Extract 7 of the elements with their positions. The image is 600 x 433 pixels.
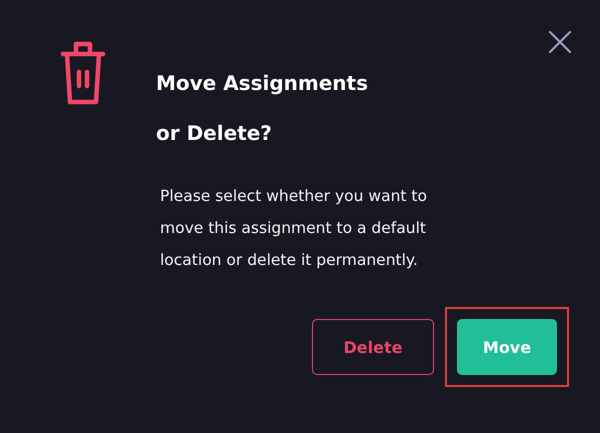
close-button[interactable] [546, 28, 574, 56]
trash-icon [60, 40, 106, 106]
delete-button[interactable]: Delete [312, 319, 434, 375]
dialog-message: Please select whether you want to move this assignment to a default location or delete it permanently. [160, 186, 428, 271]
dialog-title: Move Assignments or Delete? [156, 70, 370, 147]
move-button[interactable]: Move [457, 319, 557, 375]
close-icon [548, 30, 572, 54]
